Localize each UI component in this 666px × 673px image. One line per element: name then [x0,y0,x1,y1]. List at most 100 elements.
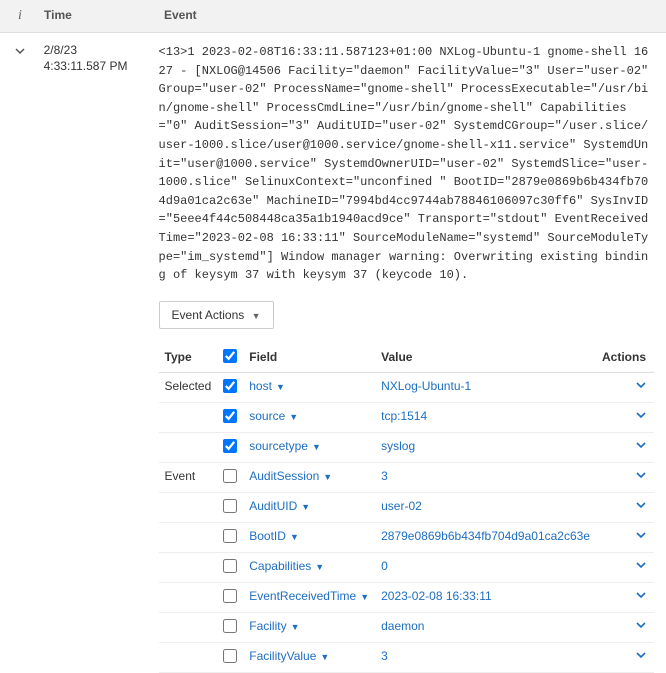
row-field: AuditSession ▼ [243,462,375,492]
row-field: FacilityValue▼ [243,642,375,672]
table-row: BootID▼ 2879e0869b6b434fb704d9a01ca2c63e [159,522,654,552]
table-row: sourcetype▼ syslog [159,432,654,462]
table-row: source▼ tcp:1514 [159,402,654,432]
chevron-down-icon[interactable] [636,529,646,543]
value-link[interactable]: user-02 [381,499,422,513]
event-actions-label: Event Actions [172,308,245,322]
row-checkbox-cell [217,642,243,672]
row-type [159,552,218,582]
row-value: daemon [375,612,596,642]
field-link[interactable]: Capabilities▼ [249,559,324,573]
caret-down-icon: ▼ [301,502,310,512]
row-type [159,582,218,612]
row-checkbox[interactable] [223,589,237,603]
value-link[interactable]: 0 [381,559,388,573]
row-type [159,402,218,432]
table-row: AuditUID ▼ user-02 [159,492,654,522]
value-link[interactable]: 3 [381,469,388,483]
field-link[interactable]: FacilityValue▼ [249,649,329,663]
chevron-down-icon[interactable] [636,409,646,423]
field-name: AuditUID [249,499,297,513]
field-link[interactable]: AuditSession ▼ [249,469,332,483]
chevron-down-icon[interactable] [636,469,646,483]
row-type [159,522,218,552]
row-checkbox[interactable] [223,529,237,543]
field-name: source [249,409,285,423]
row-checkbox-cell [217,582,243,612]
row-actions [596,432,654,462]
row-checkbox[interactable] [223,649,237,663]
row-value: 0 [375,552,596,582]
field-link[interactable]: source▼ [249,409,298,423]
col-event-header: Event [160,8,666,24]
field-link[interactable]: sourcetype▼ [249,439,321,453]
row-type: Event [159,462,218,492]
chevron-down-icon[interactable] [636,589,646,603]
event-raw-text: <13>1 2023-02-08T16:33:11.587123+01:00 N… [159,43,654,285]
th-type: Type [159,343,218,373]
event-time: 2/8/23 4:33:11.587 PM [40,43,159,673]
row-actions [596,522,654,552]
row-checkbox-cell [217,612,243,642]
field-link[interactable]: Facility▼ [249,619,299,633]
select-all-checkbox[interactable] [223,349,237,363]
row-checkbox[interactable] [223,409,237,423]
chevron-down-icon[interactable] [636,619,646,633]
row-checkbox-cell [217,552,243,582]
field-name: Capabilities [249,559,311,573]
row-checkbox[interactable] [223,619,237,633]
value-link[interactable]: 2023-02-08 16:33:11 [381,589,492,603]
row-field: EventReceivedTime ▼ [243,582,375,612]
value-link[interactable]: 3 [381,649,388,663]
row-field: host▼ [243,372,375,402]
event-actions-button[interactable]: Event Actions ▼ [159,301,274,329]
chevron-down-icon[interactable] [636,649,646,663]
field-name: FacilityValue [249,649,316,663]
value-link[interactable]: tcp:1514 [381,409,427,423]
chevron-down-icon[interactable] [636,559,646,573]
row-actions [596,402,654,432]
field-name: AuditSession [249,469,319,483]
row-checkbox[interactable] [223,559,237,573]
row-type: Selected [159,372,218,402]
value-link[interactable]: syslog [381,439,415,453]
th-select-all[interactable] [217,343,243,373]
table-row: FacilityValue▼ 3 [159,642,654,672]
th-value: Value [375,343,596,373]
row-checkbox-cell [217,402,243,432]
row-actions [596,642,654,672]
row-checkbox[interactable] [223,379,237,393]
field-name: EventReceivedTime [249,589,356,603]
value-link[interactable]: daemon [381,619,424,633]
field-name: sourcetype [249,439,308,453]
value-link[interactable]: NXLog-Ubuntu-1 [381,379,471,393]
chevron-down-icon[interactable] [15,45,25,59]
row-field: source▼ [243,402,375,432]
row-checkbox[interactable] [223,439,237,453]
chevron-down-icon[interactable] [636,499,646,513]
table-row: Event AuditSession ▼ 3 [159,462,654,492]
row-value: 2023-02-08 16:33:11 [375,582,596,612]
row-value: 2879e0869b6b434fb704d9a01ca2c63e [375,522,596,552]
chevron-down-icon[interactable] [636,439,646,453]
chevron-down-icon[interactable] [636,379,646,393]
row-checkbox-cell [217,372,243,402]
row-type [159,642,218,672]
field-link[interactable]: BootID▼ [249,529,299,543]
table-row: Facility▼ daemon [159,612,654,642]
field-link[interactable]: EventReceivedTime ▼ [249,589,369,603]
event-date: 2/8/23 [44,43,159,57]
row-checkbox[interactable] [223,469,237,483]
field-link[interactable]: host▼ [249,379,285,393]
field-link[interactable]: AuditUID ▼ [249,499,310,513]
caret-down-icon: ▼ [323,472,332,482]
th-field: Field [243,343,375,373]
results-header: i Time Event [0,0,666,33]
row-actions [596,492,654,522]
row-checkbox[interactable] [223,499,237,513]
row-value: user-02 [375,492,596,522]
row-field: Facility▼ [243,612,375,642]
row-actions [596,582,654,612]
value-link[interactable]: 2879e0869b6b434fb704d9a01ca2c63e [381,529,590,543]
caret-down-icon: ▼ [360,592,369,602]
